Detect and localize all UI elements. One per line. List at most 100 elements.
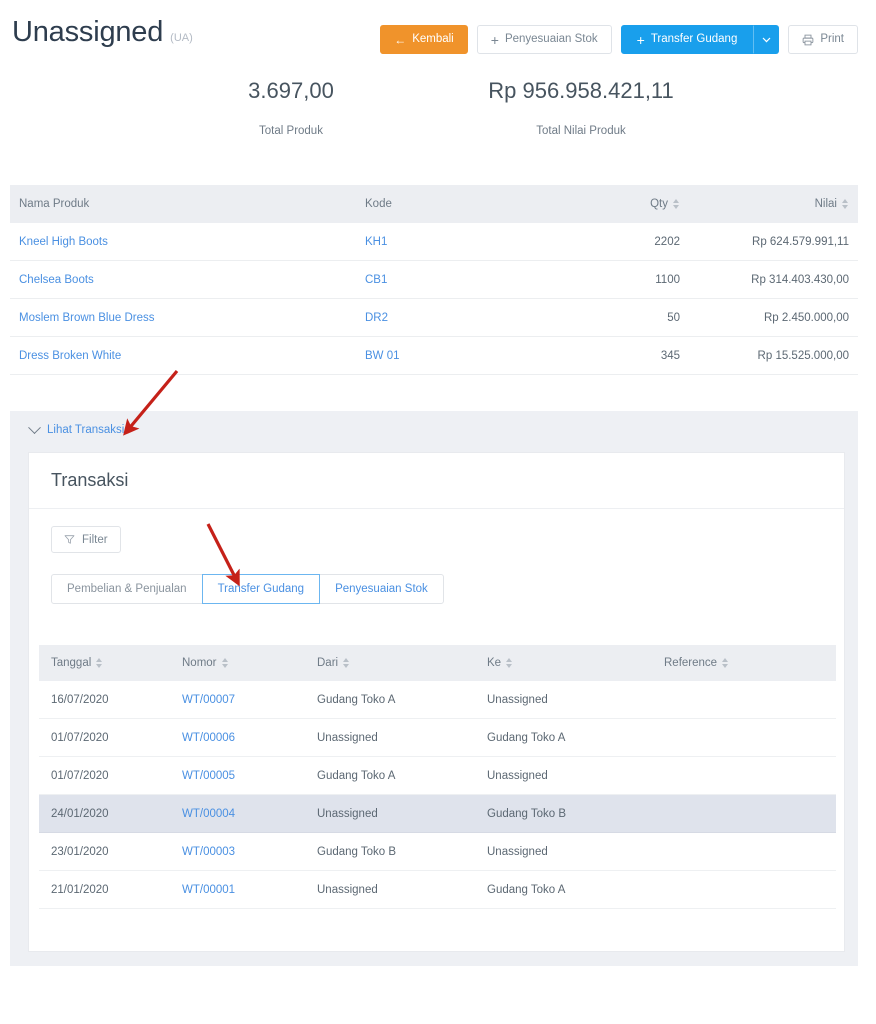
trx-dari: Gudang Toko A — [317, 769, 396, 782]
column-header-dari-label: Dari — [317, 657, 339, 669]
product-nilai: Rp 2.450.000,00 — [763, 311, 849, 324]
chevron-down-icon — [28, 420, 41, 434]
trx-nomor-link[interactable]: WT/00001 — [182, 884, 235, 896]
page-title: Unassigned — [12, 16, 164, 48]
warehouse-transfer-label: Transfer Gudang — [650, 32, 738, 45]
trx-tanggal: 01/07/2020 — [51, 731, 109, 744]
page-title-wrap: Unassigned (UA) — [12, 18, 193, 47]
page-root: Unassigned (UA) ← Kembali + Penyesuaian … — [0, 0, 876, 1024]
stock-adjustment-button[interactable]: + Penyesuaian Stok — [476, 25, 612, 54]
print-button[interactable]: Print — [788, 25, 858, 54]
page-title-code: (UA) — [170, 32, 193, 44]
column-header-nilai[interactable]: Nilai — [680, 198, 858, 210]
tab-transfer-gudang[interactable]: Transfer Gudang — [201, 574, 321, 604]
product-name-link[interactable]: Chelsea Boots — [19, 274, 94, 286]
product-code-link[interactable]: BW 01 — [365, 350, 400, 362]
column-header-reference-label: Reference — [664, 657, 718, 669]
trx-tanggal: 24/01/2020 — [51, 807, 109, 820]
trx-tanggal: 16/07/2020 — [51, 693, 109, 706]
product-nilai: Rp 624.579.991,11 — [752, 235, 849, 248]
column-header-reference[interactable]: Reference — [664, 657, 836, 669]
column-header-nilai-label: Nilai — [814, 198, 837, 210]
product-name-link[interactable]: Kneel High Boots — [19, 236, 108, 248]
table-row[interactable]: Kneel High Boots KH1 2202 Rp 624.579.991… — [10, 223, 858, 261]
total-produk-value: 3.697,00 — [248, 78, 334, 103]
product-code-link[interactable]: CB1 — [365, 274, 387, 286]
product-name-link[interactable]: Dress Broken White — [19, 350, 121, 362]
table-row[interactable]: Moslem Brown Blue Dress DR2 50 Rp 2.450.… — [10, 299, 858, 337]
trx-nomor-link[interactable]: WT/00003 — [182, 846, 235, 858]
table-row[interactable]: 01/07/2020 WT/00005 Gudang Toko A Unassi… — [39, 757, 836, 795]
sort-icon[interactable] — [343, 658, 350, 668]
column-header-qty-label: Qty — [650, 198, 668, 210]
trx-dari: Unassigned — [317, 883, 378, 896]
column-header-kode: Kode — [365, 198, 392, 210]
product-qty: 2202 — [654, 235, 680, 248]
column-header-nomor-label: Nomor — [182, 657, 217, 669]
trx-nomor-link[interactable]: WT/00006 — [182, 732, 235, 744]
trx-nomor-link[interactable]: WT/00007 — [182, 694, 235, 706]
trx-ke: Gudang Toko A — [487, 731, 566, 744]
stock-adjustment-label: Penyesuaian Stok — [504, 32, 598, 45]
warehouse-transfer-dropdown-toggle[interactable] — [753, 25, 780, 54]
column-header-dari[interactable]: Dari — [317, 657, 487, 669]
plus-icon: + — [636, 31, 645, 48]
sort-icon[interactable] — [722, 658, 729, 668]
trx-dari: Unassigned — [317, 807, 378, 820]
trx-dari: Unassigned — [317, 731, 378, 744]
trx-ke: Unassigned — [487, 845, 548, 858]
table-row[interactable]: Dress Broken White BW 01 345 Rp 15.525.0… — [10, 337, 858, 375]
table-row[interactable]: 01/07/2020 WT/00006 Unassigned Gudang To… — [39, 719, 836, 757]
lihat-transaksi-label: Lihat Transaksi — [47, 424, 125, 436]
sort-icon[interactable] — [221, 658, 229, 668]
column-header-qty[interactable]: Qty — [550, 198, 680, 210]
transaksi-card: Transaksi Filter Pembelian & Penjualan T… — [28, 452, 845, 952]
column-header-tanggal[interactable]: Tanggal — [39, 657, 182, 669]
transaksi-table: Tanggal Nomor Dari Ke Reference 16/07/20… — [39, 645, 836, 909]
filter-button[interactable]: Filter — [51, 526, 121, 553]
summary-section: 3.697,00 Total Produk Rp 956.958.421,11 … — [0, 78, 876, 174]
print-button-label: Print — [820, 32, 844, 45]
table-row[interactable]: 23/01/2020 WT/00003 Gudang Toko B Unassi… — [39, 833, 836, 871]
column-header-ke[interactable]: Ke — [487, 657, 664, 669]
page-header: Unassigned (UA) ← Kembali + Penyesuaian … — [0, 0, 876, 72]
total-produk-label: Total Produk — [259, 125, 323, 138]
table-row[interactable]: Chelsea Boots CB1 1100 Rp 314.403.430,00 — [10, 261, 858, 299]
column-header-nama-produk: Nama Produk — [19, 198, 90, 210]
transaksi-card-title: Transaksi — [29, 453, 844, 509]
filter-button-label: Filter — [82, 533, 108, 546]
back-button[interactable]: ← Kembali — [380, 25, 468, 54]
trx-tanggal: 23/01/2020 — [51, 845, 109, 858]
table-row[interactable]: 21/01/2020 WT/00001 Unassigned Gudang To… — [39, 871, 836, 909]
product-name-link[interactable]: Moslem Brown Blue Dress — [19, 312, 154, 324]
printer-icon — [803, 34, 814, 45]
total-nilai-value: Rp 956.958.421,11 — [488, 78, 674, 103]
column-header-tanggal-label: Tanggal — [51, 657, 92, 669]
transaksi-table-header: Tanggal Nomor Dari Ke Reference — [39, 645, 836, 681]
table-row[interactable]: 24/01/2020 WT/00004 Unassigned Gudang To… — [39, 795, 836, 833]
arrow-left-icon: ← — [394, 32, 407, 47]
sort-icon[interactable] — [96, 658, 103, 668]
trx-nomor-link[interactable]: WT/00004 — [182, 808, 235, 820]
trx-ke: Unassigned — [487, 769, 548, 782]
tab-pembelian-penjualan[interactable]: Pembelian & Penjualan — [51, 574, 203, 604]
sort-icon[interactable] — [506, 658, 513, 668]
lihat-transaksi-toggle[interactable]: Lihat Transaksi — [10, 411, 858, 449]
trx-nomor-link[interactable]: WT/00005 — [182, 770, 235, 782]
warehouse-transfer-split-button: + Transfer Gudang — [620, 25, 780, 54]
chevron-down-icon — [762, 37, 771, 42]
table-row[interactable]: 16/07/2020 WT/00007 Gudang Toko A Unassi… — [39, 681, 836, 719]
sort-icon[interactable] — [673, 199, 680, 209]
trx-ke: Gudang Toko A — [487, 883, 566, 896]
summary-total-nilai: Rp 956.958.421,11 Total Nilai Produk — [441, 78, 721, 137]
product-table: Nama Produk Kode Qty Nilai Kneel High Bo… — [10, 185, 858, 375]
trx-tanggal: 21/01/2020 — [51, 883, 109, 896]
product-code-link[interactable]: DR2 — [365, 312, 388, 324]
product-code-link[interactable]: KH1 — [365, 236, 387, 248]
tab-penyesuaian-stok[interactable]: Penyesuaian Stok — [319, 574, 444, 604]
column-header-nomor[interactable]: Nomor — [182, 657, 317, 669]
sort-icon[interactable] — [842, 199, 849, 209]
column-header-ke-label: Ke — [487, 657, 502, 669]
filter-icon — [64, 535, 75, 544]
warehouse-transfer-button[interactable]: + Transfer Gudang — [620, 25, 754, 54]
